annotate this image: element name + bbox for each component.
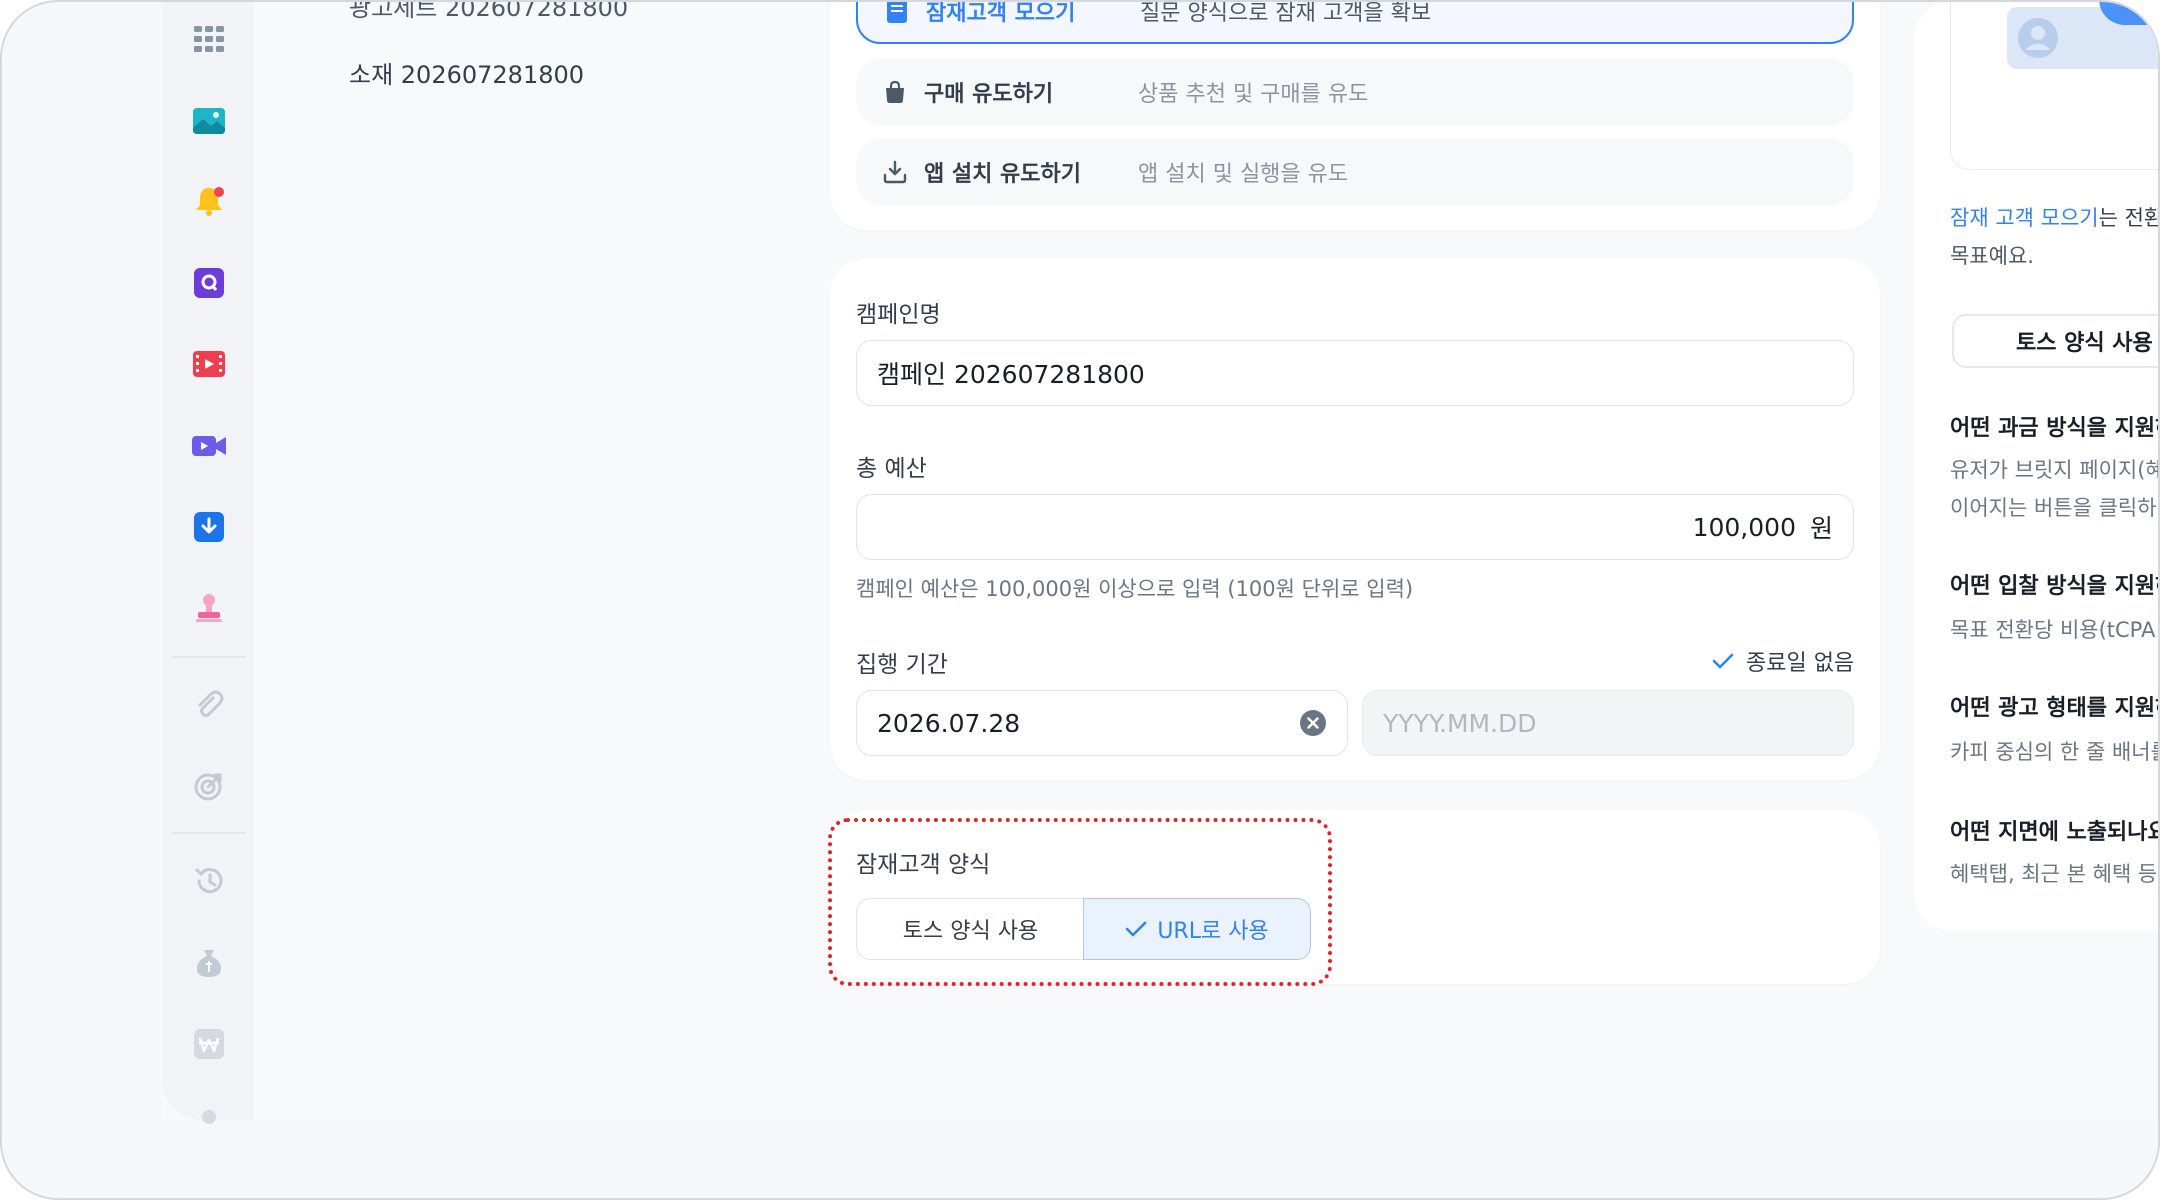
budget-hint: 캠페인 예산은 100,000원 이상으로 입력 (100원 단위로 입력) <box>856 577 1414 601</box>
help-intro-link[interactable]: 잠재 고객 모으기 <box>1950 206 2099 230</box>
grid-icon[interactable] <box>192 22 226 56</box>
goal-option-label: 앱 설치 유도하기 <box>924 162 1081 187</box>
faq-question[interactable]: 어떤 지면에 노출되나요 <box>1950 814 2158 846</box>
goal-option-label: 잠재고객 모으기 <box>926 1 1076 26</box>
faq-answer: 이어지는 버튼을 클릭하 <box>1950 496 2157 520</box>
rail-divider <box>172 656 246 658</box>
faq-question[interactable]: 어떤 광고 형태를 지원하 <box>1950 690 2158 722</box>
video-reel-icon[interactable] <box>192 347 226 381</box>
faq-answer: 혜택탭, 최근 본 혜택 등 <box>1950 862 2158 886</box>
faq-question[interactable]: 어떤 과금 방식을 지원하 <box>1950 410 2158 442</box>
goal-option-desc: 질문 양식으로 잠재 고객을 확보 <box>1140 1 1432 26</box>
period-label: 집행 기간 <box>856 652 948 678</box>
budget-unit: 원 <box>1809 514 1833 543</box>
campaign-name-input[interactable]: 캠페인 202607281800 <box>856 340 1854 406</box>
stamp-icon[interactable] <box>192 591 226 625</box>
image-icon[interactable] <box>192 104 226 138</box>
end-date-placeholder: YYYY.MM.DD <box>1383 708 1537 738</box>
budget-input[interactable]: 100,000 원 <box>856 494 1854 560</box>
money-bag-icon[interactable] <box>192 946 226 980</box>
goal-option-desc: 상품 추천 및 구매를 유도 <box>1138 82 1369 107</box>
faq-answer: 목표 전환당 비용(tCPA <box>1950 618 2156 642</box>
user-avatar-icon <box>2015 15 2061 61</box>
campaign-name-label: 캠페인명 <box>856 302 941 328</box>
budget-value: 100,000 <box>1692 512 1796 542</box>
download-icon[interactable] <box>192 510 226 544</box>
help-intro-rest: 는 전환 <box>2098 206 2160 230</box>
paperclip-icon[interactable] <box>192 688 226 722</box>
download-icon <box>882 159 908 185</box>
no-end-date-toggle[interactable]: 종료일 없음 <box>1712 645 1854 677</box>
goal-option-purchase[interactable]: 구매 유도하기 상품 추천 및 구매를 유도 <box>856 59 1854 125</box>
goal-option-label: 구매 유도하기 <box>924 82 1054 107</box>
toss-form-button-label: 토스 양식 사용 <box>2016 331 2153 356</box>
clear-icon[interactable] <box>1299 709 1327 737</box>
tree-item-creative[interactable]: 소재 202607281800 <box>349 55 584 90</box>
highlight-annotation <box>828 818 1332 986</box>
history-icon[interactable] <box>192 864 226 898</box>
start-date-input[interactable]: 2026.07.28 <box>856 690 1348 756</box>
faq-answer: 유저가 브릿지 페이지(혜 <box>1950 458 2160 482</box>
goal-option-desc: 앱 설치 및 실행을 유도 <box>1138 162 1349 187</box>
preview-thumbnail <box>1950 2 2158 170</box>
toss-form-button[interactable]: 토스 양식 사용 <box>1952 314 2158 368</box>
faq-answer: 카피 중심의 한 줄 배너를 <box>1950 740 2160 764</box>
shopping-bag-icon <box>882 79 908 105</box>
help-intro: 잠재 고객 모으기는 전환 <box>1950 202 2160 232</box>
goal-option-app-install[interactable]: 앱 설치 유도하기 앱 설치 및 실행을 유도 <box>856 139 1854 205</box>
rail-more-dot-icon <box>202 1110 216 1124</box>
q-icon[interactable] <box>192 266 226 300</box>
rail-divider <box>172 832 246 834</box>
end-date-input[interactable]: YYYY.MM.DD <box>1362 690 1854 756</box>
tree-item-ad-set[interactable]: 광고세트 202607281800 <box>349 2 628 23</box>
start-date-value: 2026.07.28 <box>877 708 1021 738</box>
campaign-name-value: 캠페인 202607281800 <box>877 360 1145 389</box>
bell-icon[interactable] <box>192 184 226 218</box>
camera-icon[interactable] <box>192 429 226 463</box>
budget-label: 총 예산 <box>856 456 927 482</box>
faq-question[interactable]: 어떤 입찰 방식을 지원하 <box>1950 568 2158 600</box>
target-icon[interactable] <box>192 769 226 803</box>
check-icon <box>1712 653 1734 669</box>
no-end-date-label: 종료일 없음 <box>1746 651 1855 676</box>
goal-option-lead[interactable]: 잠재고객 모으기 질문 양식으로 잠재 고객을 확보 <box>856 1 1854 44</box>
won-icon[interactable] <box>192 1027 226 1061</box>
document-icon <box>884 2 910 24</box>
help-intro-line2: 목표예요. <box>1950 244 2034 268</box>
device-frame: 광고세트 202607281800 소재 202607281800 잠재고객 모… <box>0 0 2160 1200</box>
